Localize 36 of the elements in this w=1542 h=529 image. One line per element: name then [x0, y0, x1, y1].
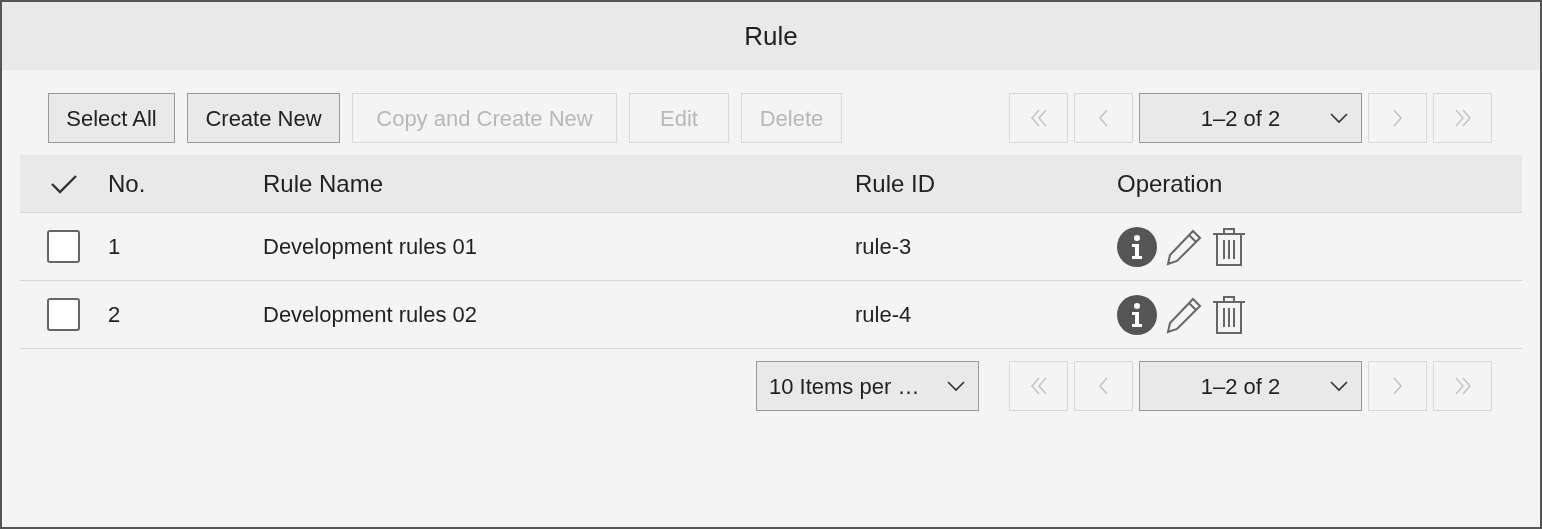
pencil-icon[interactable] [1165, 295, 1203, 334]
trash-icon[interactable] [1211, 226, 1247, 267]
caret-icon [1329, 112, 1349, 124]
info-icon[interactable] [1117, 226, 1157, 267]
double-chevron-icon [1454, 109, 1471, 127]
chevron-icon [1099, 377, 1108, 395]
table-cell-text: rule-3 [855, 233, 913, 261]
double-chevron-icon [1454, 377, 1471, 395]
info-icon[interactable] [1117, 294, 1157, 335]
table-cell-text: Development rules 02 [263, 301, 478, 329]
items-per-page-select[interactable]: 10 Items per … [756, 361, 979, 411]
column-header: Rule Name [263, 168, 385, 199]
row-checkbox[interactable] [47, 230, 80, 263]
caret-icon [946, 380, 966, 392]
toolbar-button[interactable]: Create New [187, 93, 340, 143]
toolbar-button[interactable]: Select All [48, 93, 175, 143]
page-select[interactable]: 1–2 of 2 [1139, 93, 1362, 143]
chevron-icon [1099, 109, 1108, 127]
column-header: No. [108, 168, 147, 199]
pencil-icon[interactable] [1165, 227, 1203, 266]
double-chevron-icon [1030, 109, 1047, 127]
checkmark-icon[interactable] [50, 172, 78, 195]
chevron-icon [1393, 109, 1402, 127]
chevron-icon [1393, 377, 1402, 395]
page-select[interactable]: 1–2 of 2 [1139, 361, 1362, 411]
table-cell-text: rule-4 [855, 301, 913, 329]
trash-icon[interactable] [1211, 294, 1247, 335]
table-cell-text: 1 [108, 233, 122, 261]
column-header: Operation [1117, 168, 1224, 199]
window-title: Rule [744, 19, 798, 53]
table-cell-text: Development rules 01 [263, 233, 478, 261]
column-header: Rule ID [855, 168, 937, 199]
table-cell-text: 2 [108, 301, 122, 329]
caret-icon [1329, 380, 1349, 392]
row-checkbox[interactable] [47, 298, 80, 331]
double-chevron-icon [1030, 377, 1047, 395]
